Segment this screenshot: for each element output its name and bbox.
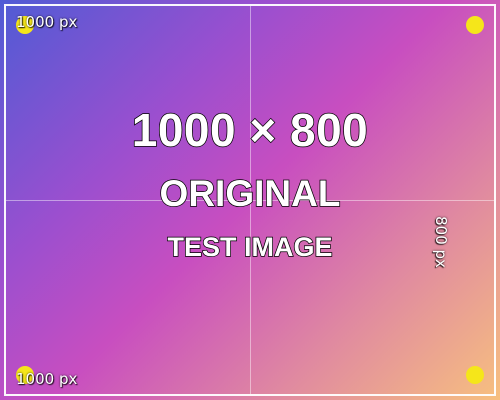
dimensions-title: 1000 × 800 [131, 103, 369, 157]
top-width-label: 1000 px [16, 13, 78, 31]
bottom-width-label: 1000 px [16, 370, 78, 388]
bottom-right-corner-dot [466, 366, 484, 384]
original-label: ORIGINAL [159, 172, 341, 215]
test-image-label: TEST IMAGE [167, 231, 334, 263]
test-image-canvas: 1000 px 1000 px 800 px 1000 × 800 ORIGIN… [0, 0, 500, 400]
top-right-corner-dot [466, 16, 484, 34]
